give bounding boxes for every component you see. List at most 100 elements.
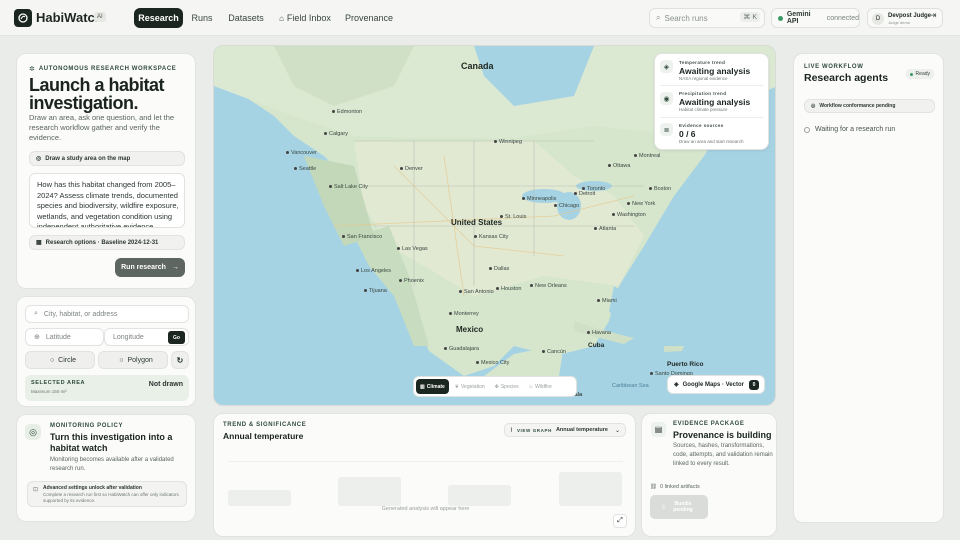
expand-icon[interactable]: ⤢: [613, 514, 627, 528]
temperature-icon: ◈: [660, 60, 673, 73]
pin-icon: ◎: [36, 156, 42, 162]
temperature-title: Temperature trend: [679, 60, 726, 65]
research-options[interactable]: ▦ Research options · Baseline 2024-12-31: [29, 235, 185, 250]
workspace-eyebrow: Autonomous research workspace: [38, 66, 177, 72]
latitude-field[interactable]: ⊕ Latitude: [25, 328, 104, 346]
city-dallas: Dallas: [489, 266, 509, 272]
search-shortcut: ⌘ K: [740, 12, 760, 22]
flame-icon: ♨: [528, 383, 534, 390]
draw-area-hint[interactable]: ◎ Draw a study area on the map: [29, 151, 185, 166]
user-name: Devpost Judge: [888, 13, 932, 19]
linked-artifacts-label: 0 linked artifacts: [659, 484, 700, 490]
placeholder-bar: [338, 477, 401, 506]
city-vancouver: Vancouver: [286, 150, 317, 156]
nav-runs[interactable]: Runs: [187, 8, 217, 28]
layer-species[interactable]: ✤ Species: [491, 379, 523, 394]
label-cuba: Cuba: [588, 342, 605, 349]
trend-placeholder: Generated analysis will appear here: [381, 506, 470, 512]
label-canada: Canada: [461, 61, 494, 71]
evidence-eyebrow: Evidence package: [673, 421, 745, 427]
circle-icon: ○: [49, 356, 55, 364]
workspace-description: Draw an area, ask one question, and let …: [29, 113, 175, 142]
top-bar: HabiWatch AI Research Runs Datasets ⌂ Fi…: [0, 0, 960, 36]
polygon-icon: ○: [119, 356, 124, 364]
nav-research[interactable]: Research: [134, 8, 183, 28]
habiwatch-logo[interactable]: [14, 9, 32, 27]
thermometer-icon: ▥: [420, 383, 425, 390]
view-graph-label: View graph: [516, 427, 552, 433]
city-salt-lake-city: Salt Lake City: [329, 184, 368, 190]
status-dot-icon: [909, 72, 913, 76]
city-ottawa: Ottawa: [608, 163, 630, 169]
label-puerto-rico: Puerto Rico: [667, 361, 704, 368]
advanced-settings-box: ⊡ Advanced settings unlock after validat…: [27, 481, 187, 507]
agents-waiting-row: Waiting for a research run: [804, 126, 895, 133]
search-icon: ⌕: [656, 13, 661, 22]
layer-vegetation[interactable]: ❦ Vegetation: [451, 379, 489, 394]
agents-panel: Live workflow Research agents Ready ◎ Wo…: [793, 53, 944, 523]
advanced-body: Complete a research run first so HabiWat…: [43, 492, 179, 503]
chevron-down-icon: ⌄: [614, 427, 620, 434]
polygon-tool-button[interactable]: ○ Polygon: [98, 351, 168, 369]
link-icon: ⛓: [650, 484, 657, 490]
page-title: Launch a habitat investigation.: [29, 75, 165, 113]
brand-name: HabiWatch: [36, 10, 103, 25]
graph-selector[interactable]: ⌇ View graph Annual temperature ⌄: [504, 423, 626, 437]
agents-eyebrow: Live workflow: [804, 64, 864, 70]
reset-button[interactable]: ↻: [171, 351, 189, 369]
download-icon: ⇩: [660, 504, 667, 511]
radar-icon: ◎: [25, 424, 41, 440]
city-calgary: Calgary: [324, 131, 348, 137]
run-research-label: Run research: [121, 264, 166, 271]
agents-title: Research agents: [804, 72, 889, 84]
city-havana: Havana: [587, 330, 611, 336]
nav-field-inbox-label: Field Inbox: [286, 13, 331, 23]
city-atlanta: Atlanta: [594, 226, 616, 232]
nav-provenance[interactable]: Provenance: [340, 8, 398, 28]
nav-datasets[interactable]: Datasets: [224, 8, 268, 28]
layer-switcher: ▥ Climate ❦ Vegetation ✤ Species ♨ Wildfire: [413, 376, 577, 397]
shield-icon: ◎: [811, 103, 816, 109]
latitude-placeholder: Latitude: [45, 333, 71, 341]
location-search-input[interactable]: ⌕ City, habitat, or address: [25, 305, 189, 323]
city-new-orleans: New Orleans: [530, 283, 567, 289]
label-united-states: United States: [451, 218, 503, 227]
city-seattle: Seattle: [294, 166, 316, 172]
evidence-panel: ▤ Evidence package Provenance is buildin…: [641, 413, 777, 537]
question-textarea[interactable]: How has this habitat changed from 2005–2…: [29, 173, 185, 228]
layer-wildfire[interactable]: ♨ Wildfire: [525, 379, 556, 394]
logout-icon[interactable]: ⇥: [929, 10, 937, 21]
layer-climate[interactable]: ▥ Climate: [416, 379, 449, 394]
evidence-sources-value: 0 / 6: [679, 129, 696, 139]
city-tijuana: Tijuana: [364, 288, 387, 294]
bundle-pending-button[interactable]: ⇩ Bundle pending: [650, 495, 708, 519]
paw-icon: ✤: [494, 383, 499, 390]
precipitation-value: Awaiting analysis: [679, 97, 751, 107]
lock-icon: ⊡: [33, 487, 39, 493]
draw-area-label: Draw a study area on the map: [45, 155, 131, 162]
user-role: Judge demo: [888, 20, 911, 25]
evidence-sources-sub: Draw an area and start research: [679, 139, 744, 144]
map-provider-badge[interactable]: ◈ Google Maps · Vector 0: [667, 375, 765, 394]
selected-area-status: Not drawn: [148, 381, 183, 388]
inbox-icon: ⌂: [279, 13, 284, 23]
crosshair-icon: ⊕: [34, 334, 40, 341]
go-button[interactable]: Go: [168, 331, 185, 344]
city-new-york: New York: [627, 201, 655, 207]
layers-icon: ◈: [674, 382, 679, 388]
city-houston: Houston: [496, 286, 522, 292]
question-text: How has this habitat changed from 2005–2…: [37, 180, 179, 228]
run-research-button[interactable]: Run research →: [115, 258, 185, 277]
city-mexico-city: Mexico City: [476, 360, 509, 366]
city-san-francisco: San Francisco: [342, 234, 382, 240]
evidence-title: Provenance is building: [673, 430, 772, 440]
location-panel: ⌕ City, habitat, or address ⊕ Latitude L…: [16, 296, 196, 407]
map-provider-count: 0: [749, 380, 759, 390]
circle-tool-button[interactable]: ○ Circle: [25, 351, 95, 369]
monitoring-panel: ◎ Monitoring policy Turn this investigat…: [16, 414, 196, 522]
search-runs-input[interactable]: ⌕ Search runs ⌘ K: [649, 8, 765, 28]
city-winnipeg: Winnipeg: [494, 139, 522, 145]
search-icon: ⌕: [34, 310, 38, 317]
arrow-right-icon: →: [171, 264, 179, 271]
nav-field-inbox[interactable]: ⌂ Field Inbox: [275, 8, 335, 28]
